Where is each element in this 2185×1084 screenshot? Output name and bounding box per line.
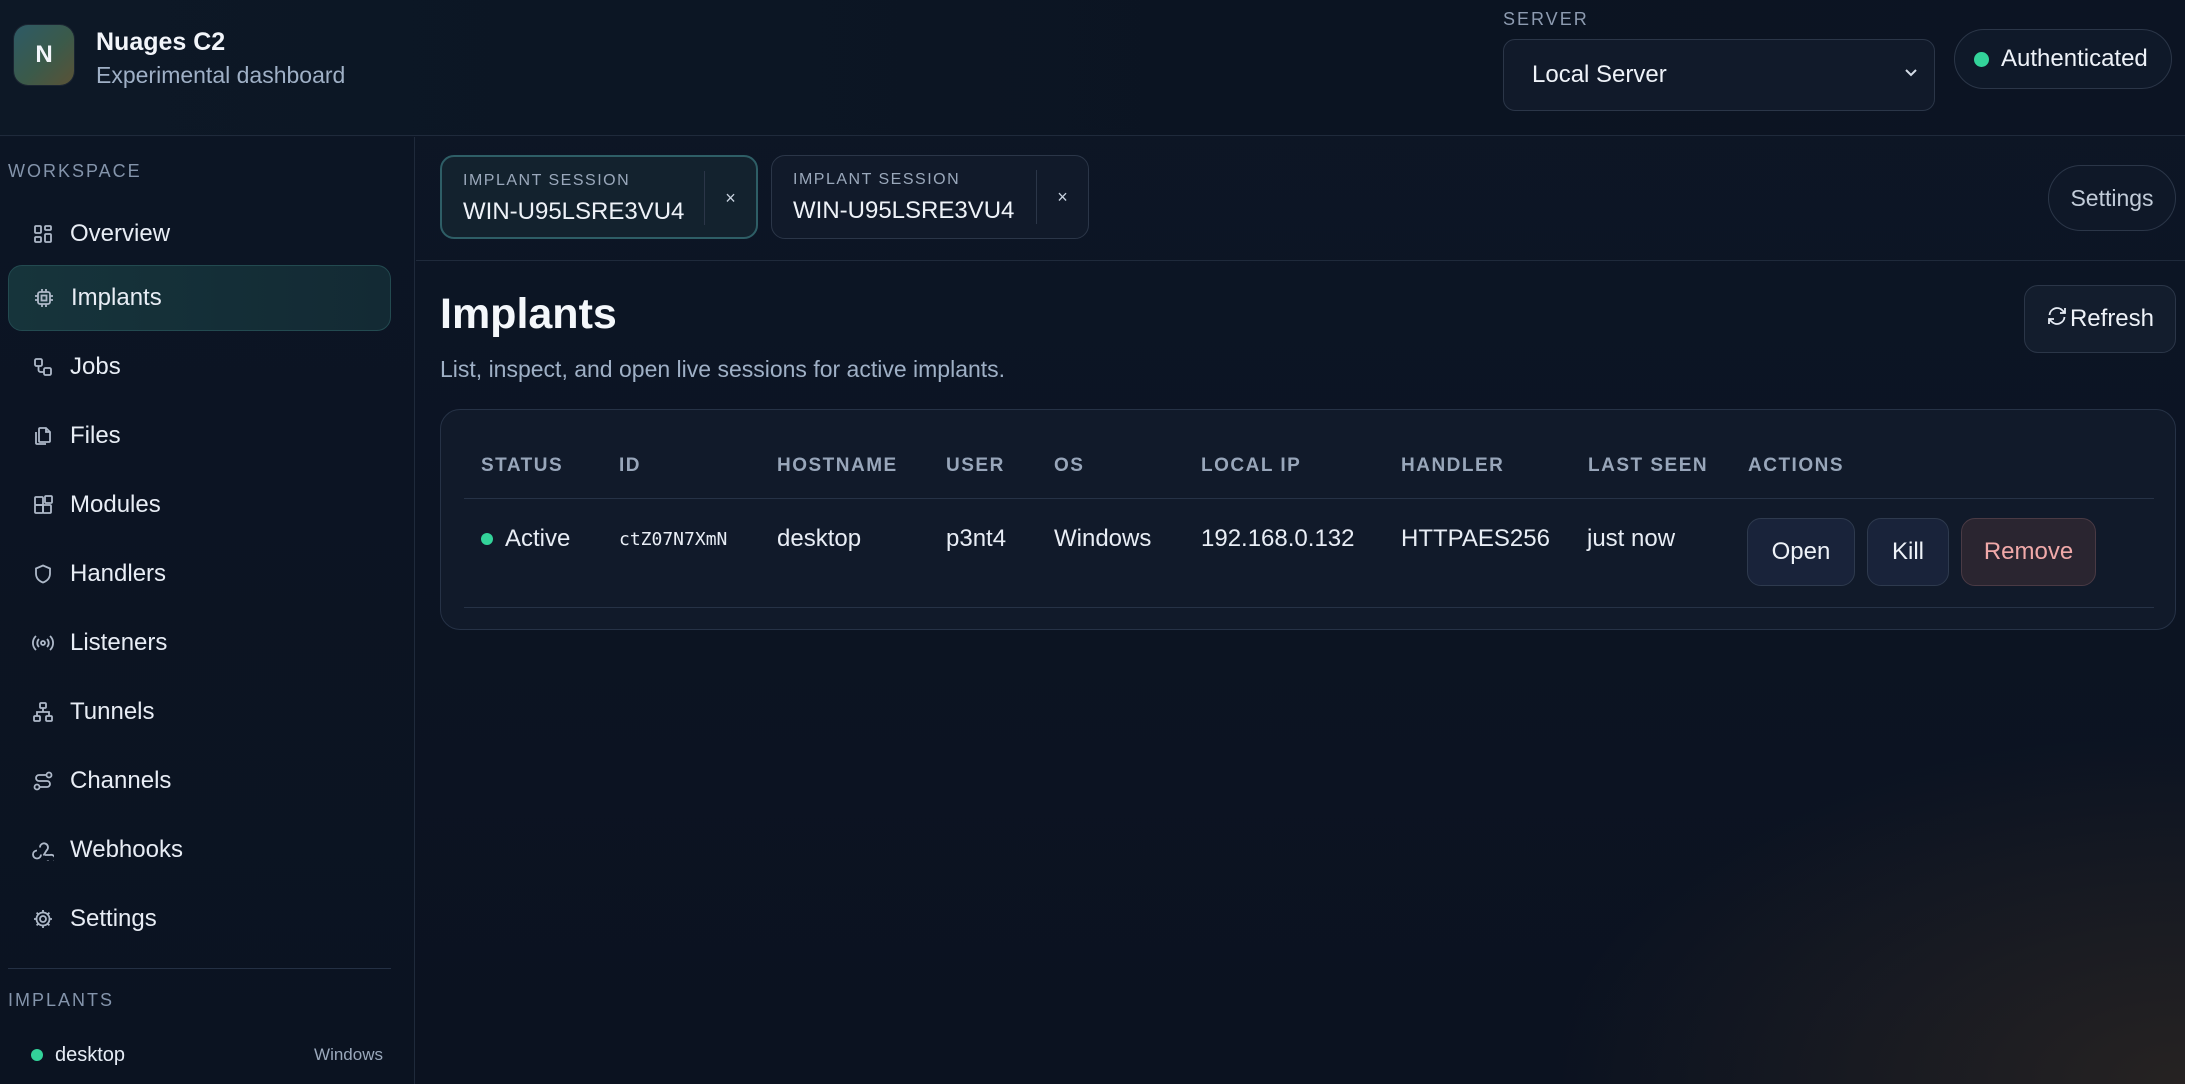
column-header: LOCAL IP bbox=[1201, 455, 1302, 476]
gear-icon bbox=[32, 908, 54, 930]
column-header: ACTIONS bbox=[1748, 455, 1844, 476]
sidebar-divider bbox=[8, 968, 391, 969]
app-root: N Nuages C2 Experimental dashboard SERVE… bbox=[0, 0, 2185, 1084]
column-header: OS bbox=[1054, 455, 1085, 476]
id-cell: ctZ07N7XmN bbox=[619, 529, 728, 550]
cpu-icon bbox=[33, 287, 55, 309]
session-tab-name: WIN-U95LSRE3VU4 bbox=[793, 197, 1015, 224]
sidebar-item-label: Overview bbox=[70, 220, 171, 247]
sidebar-item-channels[interactable]: Channels bbox=[8, 748, 391, 814]
handler-cell: HTTPAES256 bbox=[1401, 525, 1550, 552]
implants-table: STATUS ID HOSTNAME USER OS LOCAL IP HAND… bbox=[440, 409, 2176, 630]
sidebar-item-settings[interactable]: Settings bbox=[8, 886, 391, 952]
app-title: Nuages C2 bbox=[96, 28, 226, 56]
os-cell: Windows bbox=[1054, 525, 1152, 552]
session-tabs-bar: IMPLANT SESSION WIN-U95LSRE3VU4 × IMPLAN… bbox=[416, 137, 2185, 261]
sidebar-item-label: Files bbox=[70, 422, 121, 449]
implant-name: desktop bbox=[55, 1043, 126, 1066]
session-tab-label: IMPLANT SESSION bbox=[793, 171, 961, 188]
refresh-button[interactable]: Refresh bbox=[2024, 285, 2176, 353]
sidebar-item-webhooks[interactable]: Webhooks bbox=[8, 817, 391, 883]
status-dot-icon bbox=[481, 533, 493, 545]
refresh-icon bbox=[2046, 305, 2068, 334]
column-header: LAST SEEN bbox=[1588, 455, 1709, 476]
page-title: Implants bbox=[440, 290, 617, 338]
column-header: ID bbox=[619, 455, 641, 476]
sidebar-item-label: Settings bbox=[70, 905, 157, 932]
sidebar-item-handlers[interactable]: Handlers bbox=[8, 541, 391, 607]
remove-button[interactable]: Remove bbox=[1961, 518, 2096, 586]
app-logo: N bbox=[14, 25, 74, 85]
implants-section-label: IMPLANTS bbox=[8, 990, 115, 1010]
user-cell: p3nt4 bbox=[946, 525, 1007, 552]
server-label: SERVER bbox=[1503, 9, 1589, 29]
local-ip-cell: 192.168.0.132 bbox=[1201, 525, 1355, 552]
sidebar-item-files[interactable]: Files bbox=[8, 403, 391, 469]
sidebar-item-implants[interactable]: Implants bbox=[8, 265, 391, 331]
kill-button[interactable]: Kill bbox=[1867, 518, 1949, 586]
sidebar-item-label: Modules bbox=[70, 491, 161, 518]
status-dot-icon bbox=[31, 1049, 43, 1061]
session-tab[interactable]: IMPLANT SESSION WIN-U95LSRE3VU4 × bbox=[771, 155, 1089, 239]
auth-status-text: Authenticated bbox=[2001, 45, 2148, 72]
status-dot-icon bbox=[1974, 51, 1989, 67]
webhook-icon bbox=[32, 839, 54, 861]
sidebar-item-modules[interactable]: Modules bbox=[8, 472, 391, 538]
sidebar-item-overview[interactable]: Overview bbox=[8, 201, 391, 267]
grid-icon bbox=[32, 223, 54, 245]
page-subtitle: List, inspect, and open live sessions fo… bbox=[440, 356, 1006, 382]
network-icon bbox=[32, 701, 54, 723]
status-cell: Active bbox=[481, 525, 570, 553]
hostname-cell: desktop bbox=[777, 525, 862, 552]
sidebar-item-label: Tunnels bbox=[70, 698, 155, 725]
session-tab-name: WIN-U95LSRE3VU4 bbox=[463, 198, 685, 225]
column-header: HOSTNAME bbox=[777, 455, 898, 476]
open-button[interactable]: Open bbox=[1747, 518, 1855, 586]
refresh-label: Refresh bbox=[2069, 305, 2155, 332]
shield-icon bbox=[32, 563, 54, 585]
sidebar-item-label: Webhooks bbox=[70, 836, 183, 863]
sidebar-implant-desktop[interactable]: desktop Windows bbox=[8, 1035, 383, 1075]
sidebar-item-label: Jobs bbox=[70, 353, 121, 380]
sidebar-item-jobs[interactable]: Jobs bbox=[8, 334, 391, 400]
auth-status-badge: Authenticated bbox=[1954, 29, 2172, 89]
sidebar-item-listeners[interactable]: Listeners bbox=[8, 610, 391, 676]
server-select[interactable]: Local Server bbox=[1503, 39, 1935, 111]
settings-button[interactable]: Settings bbox=[2048, 165, 2176, 231]
sidebar-item-label: Handlers bbox=[70, 560, 167, 587]
sidebar-item-label: Channels bbox=[70, 767, 172, 794]
radio-icon bbox=[32, 632, 54, 654]
sidebar: WORKSPACE Overview Implants Jobs Files M… bbox=[0, 137, 415, 1084]
workflow-icon bbox=[32, 356, 54, 378]
sidebar-item-tunnels[interactable]: Tunnels bbox=[8, 679, 391, 745]
server-selected-value: Local Server bbox=[1532, 61, 1667, 88]
top-header: N Nuages C2 Experimental dashboard SERVE… bbox=[0, 0, 2185, 136]
header-divider bbox=[464, 498, 2154, 499]
app-subtitle: Experimental dashboard bbox=[96, 62, 346, 88]
column-header: STATUS bbox=[481, 455, 564, 476]
column-header: USER bbox=[946, 455, 1005, 476]
column-header: HANDLER bbox=[1401, 455, 1505, 476]
route-icon bbox=[32, 770, 54, 792]
session-tab-label: IMPLANT SESSION bbox=[463, 172, 631, 189]
sidebar-item-label: Listeners bbox=[70, 629, 168, 656]
last-seen-cell: just now bbox=[1587, 525, 1676, 552]
close-icon[interactable]: × bbox=[704, 171, 756, 225]
sidebar-item-label: Implants bbox=[71, 284, 162, 311]
workspace-section-label: WORKSPACE bbox=[8, 161, 142, 181]
chevron-down-icon bbox=[1904, 62, 1918, 85]
implant-os: Windows bbox=[314, 1045, 383, 1064]
session-tab[interactable]: IMPLANT SESSION WIN-U95LSRE3VU4 × bbox=[440, 155, 758, 239]
close-icon[interactable]: × bbox=[1036, 170, 1088, 224]
files-icon bbox=[32, 425, 54, 447]
blocks-icon bbox=[32, 494, 54, 516]
status-text: Active bbox=[505, 525, 571, 552]
row-divider bbox=[464, 607, 2154, 608]
